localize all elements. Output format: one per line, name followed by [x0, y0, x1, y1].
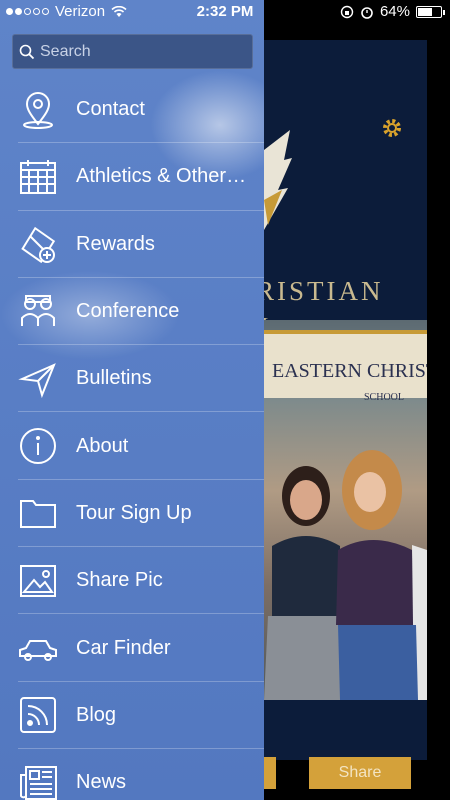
share-button[interactable]: Share: [309, 757, 411, 789]
school-name: RISTIAN: [256, 276, 384, 306]
rss-icon: [18, 695, 58, 735]
menu-item-car-finder[interactable]: Car Finder: [0, 614, 264, 682]
school-crest-icon: [264, 130, 294, 240]
menu-item-label: Rewards: [76, 232, 155, 255]
menu-item-label: Bulletins: [76, 367, 152, 390]
menu-item-label: Car Finder: [76, 636, 171, 659]
battery-percent: 64%: [379, 3, 410, 20]
student-right: [336, 450, 427, 700]
battery-fill: [418, 7, 433, 16]
battery-icon: [416, 5, 445, 18]
menu-item-athletics[interactable]: Athletics & Other Events: [0, 143, 264, 211]
menu-item-conference[interactable]: Conference: [0, 278, 264, 346]
status-bar: Verizon 2:32 PM 64%: [0, 0, 450, 24]
side-drawer: Contact Athletics & Other Events Rewards…: [0, 0, 264, 800]
menu-item-label: Conference: [76, 300, 180, 323]
menu-item-label: Share Pic: [76, 569, 163, 592]
menu-item-label: Athletics & Other Events: [76, 165, 251, 188]
menu-item-label: About: [76, 434, 129, 457]
menu-item-bulletins[interactable]: Bulletins: [0, 345, 264, 413]
menu-item-label: Tour Sign Up: [76, 501, 192, 524]
menu-item-news[interactable]: News: [0, 749, 264, 800]
drawer-menu: Contact Athletics & Other Events Rewards…: [0, 76, 264, 800]
menu-item-share-pic[interactable]: Share Pic: [0, 547, 264, 615]
newspaper-icon: [18, 763, 58, 800]
banner-small-text: SCHOOL: [364, 392, 405, 403]
people-icon: [18, 292, 58, 332]
image-icon: [18, 561, 58, 601]
calendar-icon: [18, 157, 58, 197]
status-right: 64%: [340, 3, 445, 20]
menu-item-about[interactable]: About: [0, 412, 264, 481]
location-pin-icon: [18, 90, 58, 130]
rotation-lock-icon: [340, 5, 354, 18]
car-icon: [18, 628, 58, 668]
menu-item-tour-sign-up[interactable]: Tour Sign Up: [0, 480, 264, 548]
menu-item-blog[interactable]: Blog: [0, 682, 264, 750]
menu-item-rewards[interactable]: Rewards: [0, 211, 264, 279]
background-panel: RISTIAN L EASTERN CHRISTI SCHOOL Share: [256, 40, 427, 789]
banner-text: EASTERN CHRISTI: [272, 360, 427, 382]
folder-icon: [18, 493, 58, 533]
paper-plane-icon: [18, 359, 58, 399]
background-button-edge[interactable]: [264, 757, 276, 789]
menu-item-contact[interactable]: Contact: [0, 76, 264, 144]
students-photo: EASTERN CHRISTI SCHOOL: [264, 320, 427, 700]
alarm-icon: [361, 6, 373, 19]
ticket-icon: [18, 224, 58, 264]
search-input[interactable]: [40, 42, 240, 61]
background-app: RISTIAN L EASTERN CHRISTI SCHOOL Share: [256, 0, 450, 800]
info-icon: [18, 426, 58, 466]
search-bar[interactable]: [12, 34, 253, 69]
menu-item-label: Blog: [76, 703, 117, 726]
menu-item-label: News: [76, 771, 127, 794]
menu-item-label: Contact: [76, 98, 145, 121]
search-icon: [19, 44, 35, 59]
settings-gear-icon[interactable]: [380, 116, 404, 140]
